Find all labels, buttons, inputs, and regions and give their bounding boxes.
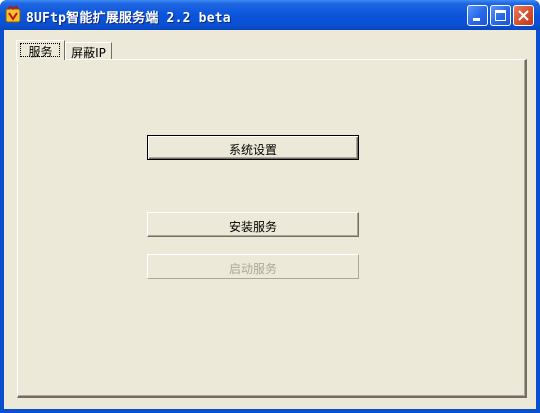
- app-window: 8UFtp智能扩展服务端 2.2 beta 服务 屏蔽IP 系统设置 安装服务 …: [0, 0, 540, 413]
- close-button[interactable]: [513, 5, 534, 26]
- app-icon[interactable]: [5, 6, 21, 23]
- start-service-button: 启动服务: [147, 254, 359, 279]
- maximize-button[interactable]: [490, 5, 511, 26]
- minimize-icon: [473, 18, 480, 21]
- install-service-button[interactable]: 安装服务: [147, 212, 359, 237]
- tab-service-label: 服务: [28, 45, 53, 59]
- start-service-label: 启动服务: [228, 262, 277, 276]
- install-service-label: 安装服务: [228, 220, 277, 234]
- window-title: 8UFtp智能扩展服务端 2.2 beta: [26, 11, 231, 26]
- maximize-icon: [495, 10, 506, 21]
- tab-blocked-ip[interactable]: 屏蔽IP: [65, 42, 112, 60]
- tab-blocked-ip-label: 屏蔽IP: [71, 46, 106, 60]
- tab-service[interactable]: 服务: [16, 40, 65, 60]
- system-settings-label: 系统设置: [228, 143, 277, 157]
- close-icon: [518, 10, 529, 21]
- title-bar[interactable]: 8UFtp智能扩展服务端 2.2 beta: [0, 0, 540, 30]
- system-settings-button[interactable]: 系统设置: [147, 135, 359, 160]
- minimize-button[interactable]: [467, 5, 488, 26]
- client-area: 服务 屏蔽IP 系统设置 安装服务 启动服务: [4, 30, 536, 409]
